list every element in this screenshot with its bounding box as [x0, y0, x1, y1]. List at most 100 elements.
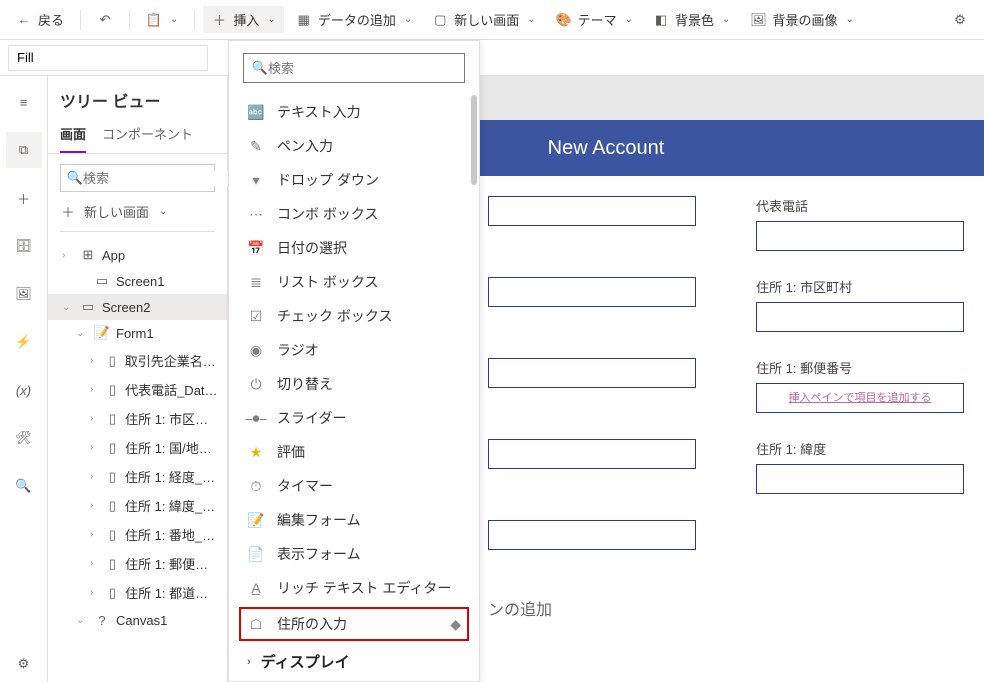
rail-data[interactable]: 🗄 [6, 228, 42, 264]
add-data-button[interactable]: ▦ データの追加 ⌄ [288, 6, 420, 33]
insert-search[interactable]: 🔍 [243, 53, 465, 83]
separator [80, 10, 81, 30]
insert-item-rating[interactable]: ★評価 [229, 435, 479, 469]
tree-node-form1[interactable]: ⌄📝Form1 [48, 320, 227, 346]
rail-search[interactable]: 🔍 [6, 468, 42, 504]
rail-hamburger[interactable]: ≡ [6, 84, 42, 120]
caret-icon: › [90, 558, 100, 569]
tree-node-card[interactable]: ›▯住所 1: 国/地域_D… [48, 433, 227, 462]
theme-label: テーマ [578, 10, 617, 29]
property-selector[interactable] [8, 45, 208, 71]
chevron-down-icon: ⌄ [625, 14, 633, 25]
field-input-left4[interactable] [488, 439, 696, 469]
field-input-left5[interactable] [488, 520, 696, 550]
insert-item-pen-input[interactable]: ✎ペン入力 [229, 129, 479, 163]
checkbox-icon: ☑ [247, 307, 265, 325]
tree-node-card[interactable]: ›▯代表電話_DataCa… [48, 375, 227, 404]
back-button[interactable]: ← 戻る [8, 6, 72, 33]
tree-node-screen2[interactable]: ⌄▭Screen2 [48, 294, 227, 320]
rail-insert[interactable]: ＋ [6, 180, 42, 216]
theme-button[interactable]: 🎨 テーマ ⌄ [548, 6, 641, 33]
field-input-phone[interactable] [756, 221, 964, 251]
insert-item-toggle[interactable]: ⏻切り替え [229, 367, 479, 401]
insert-item-dropdown[interactable]: ▾ドロップ ダウン [229, 163, 479, 197]
app-icon: ⊞ [80, 247, 96, 263]
separator [129, 10, 130, 30]
insert-search-input[interactable] [268, 61, 456, 76]
tree-node-card[interactable]: ›▯住所 1: 緯度_Data… [48, 491, 227, 520]
field-input-left2[interactable] [488, 277, 696, 307]
rail-tools[interactable]: 🛠 [6, 420, 42, 456]
insert-item-radio[interactable]: ◉ラジオ [229, 333, 479, 367]
add-data-label: データの追加 [318, 10, 396, 29]
new-screen-button[interactable]: ＋ 新しい画面 ⌄ [60, 202, 215, 232]
timer-icon: ⏱ [247, 477, 265, 495]
tree-node-card[interactable]: ›▯取引先企業名_Dat… [48, 346, 227, 375]
insert-item-display-form[interactable]: 📄表示フォーム [229, 537, 479, 571]
caret-icon: › [90, 442, 100, 453]
caret-down-icon: ⌄ [76, 328, 88, 339]
caret-icon: › [247, 656, 251, 668]
chevron-down-icon: ⌄ [159, 206, 167, 217]
field-label-postal: 住所 1: 郵便番号 [756, 358, 964, 377]
tree-node-card[interactable]: ›▯住所 1: 市区町村_… [48, 404, 227, 433]
insert-item-combobox[interactable]: ⋯コンボ ボックス [229, 197, 479, 231]
palette-icon: 🎨 [556, 12, 572, 28]
tree-node-card[interactable]: ›▯住所 1: 郵便番号_… [48, 549, 227, 578]
search-icon: 🔍 [252, 60, 268, 76]
tree-node-canvas1[interactable]: ⌄?Canvas1 [48, 607, 227, 633]
tab-components[interactable]: コンポーネント [102, 124, 193, 153]
undo-button[interactable]: ↶ [89, 8, 121, 32]
fill-icon: ◧ [653, 12, 669, 28]
bg-image-button[interactable]: 🖼 背景の画像 ⌄ [742, 6, 861, 33]
gear-icon: ⚙ [18, 656, 30, 672]
field-label-phone: 代表電話 [756, 196, 964, 215]
settings-button[interactable]: ⚙ [944, 8, 976, 32]
new-screen-label: 新しい画面 [84, 202, 149, 221]
paste-button[interactable]: 📋⌄ [138, 8, 186, 32]
radio-icon: ◉ [247, 341, 265, 359]
rail-tree-view[interactable]: ⧉ [6, 132, 42, 168]
combobox-icon: ⋯ [247, 205, 265, 223]
tree-node-app[interactable]: ›⊞App [48, 242, 227, 268]
plus-icon: ＋ [60, 204, 76, 220]
scrollbar-thumb[interactable] [471, 95, 477, 185]
field-input-lat[interactable] [756, 464, 964, 494]
insert-item-listbox[interactable]: ≣リスト ボックス [229, 265, 479, 299]
tree-node-screen1[interactable]: ▭Screen1 [48, 268, 227, 294]
field-input-city[interactable] [756, 302, 964, 332]
insert-item-checkbox[interactable]: ☑チェック ボックス [229, 299, 479, 333]
insert-item-datepicker[interactable]: 📅日付の選択 [229, 231, 479, 265]
field-input-postal[interactable]: 挿入ペインで項目を追加する [756, 383, 964, 413]
tree-node-card[interactable]: ›▯住所 1: 都道府県_… [48, 578, 227, 607]
insert-item-timer[interactable]: ⏱タイマー [229, 469, 479, 503]
insert-item-edit-form[interactable]: 📝編集フォーム [229, 503, 479, 537]
tree-search[interactable]: 🔍 [60, 164, 215, 192]
new-screen-button[interactable]: ▢ 新しい画面 ⌄ [424, 6, 543, 33]
rail-media[interactable]: 🖼 [6, 276, 42, 312]
rail-settings[interactable]: ⚙ [6, 646, 42, 682]
insert-item-text-input[interactable]: 🔤テキスト入力 [229, 95, 479, 129]
field-input-left3[interactable] [488, 358, 696, 388]
insert-item-slider[interactable]: ⎯⏺⎯スライダー [229, 401, 479, 435]
bg-color-button[interactable]: ◧ 背景色 ⌄ [645, 6, 738, 33]
insert-item-rich-text[interactable]: A̲リッチ テキスト エディター [229, 571, 479, 605]
media-icon: 🖼 [15, 286, 32, 302]
field-input-left1[interactable] [488, 196, 696, 226]
insert-button[interactable]: ＋ 挿入 ⌄ [203, 6, 283, 33]
separator [194, 10, 195, 30]
tree-node-card[interactable]: ›▯住所 1: 番地_Data… [48, 520, 227, 549]
tree-node-card[interactable]: ›▯住所 1: 経度_Data… [48, 462, 227, 491]
tab-screens[interactable]: 画面 [60, 124, 86, 153]
rail-flows[interactable]: ⚡ [6, 324, 42, 360]
tree-title: ツリー ビュー [60, 88, 215, 112]
insert-section-display[interactable]: › ディスプレイ [229, 643, 479, 680]
add-field-hint[interactable]: 挿入ペインで項目を追加する [757, 384, 963, 412]
paste-icon: 📋 [146, 12, 162, 28]
rail-variables[interactable]: (x) [6, 372, 42, 408]
chevron-down-icon: ⌄ [170, 14, 178, 25]
screen-icon: ▢ [432, 12, 448, 28]
layers-icon: ⧉ [19, 142, 28, 158]
insert-item-address-input[interactable]: ☖ 住所の入力 ◆ [239, 607, 469, 641]
rich-text-icon: A̲ [247, 579, 265, 597]
